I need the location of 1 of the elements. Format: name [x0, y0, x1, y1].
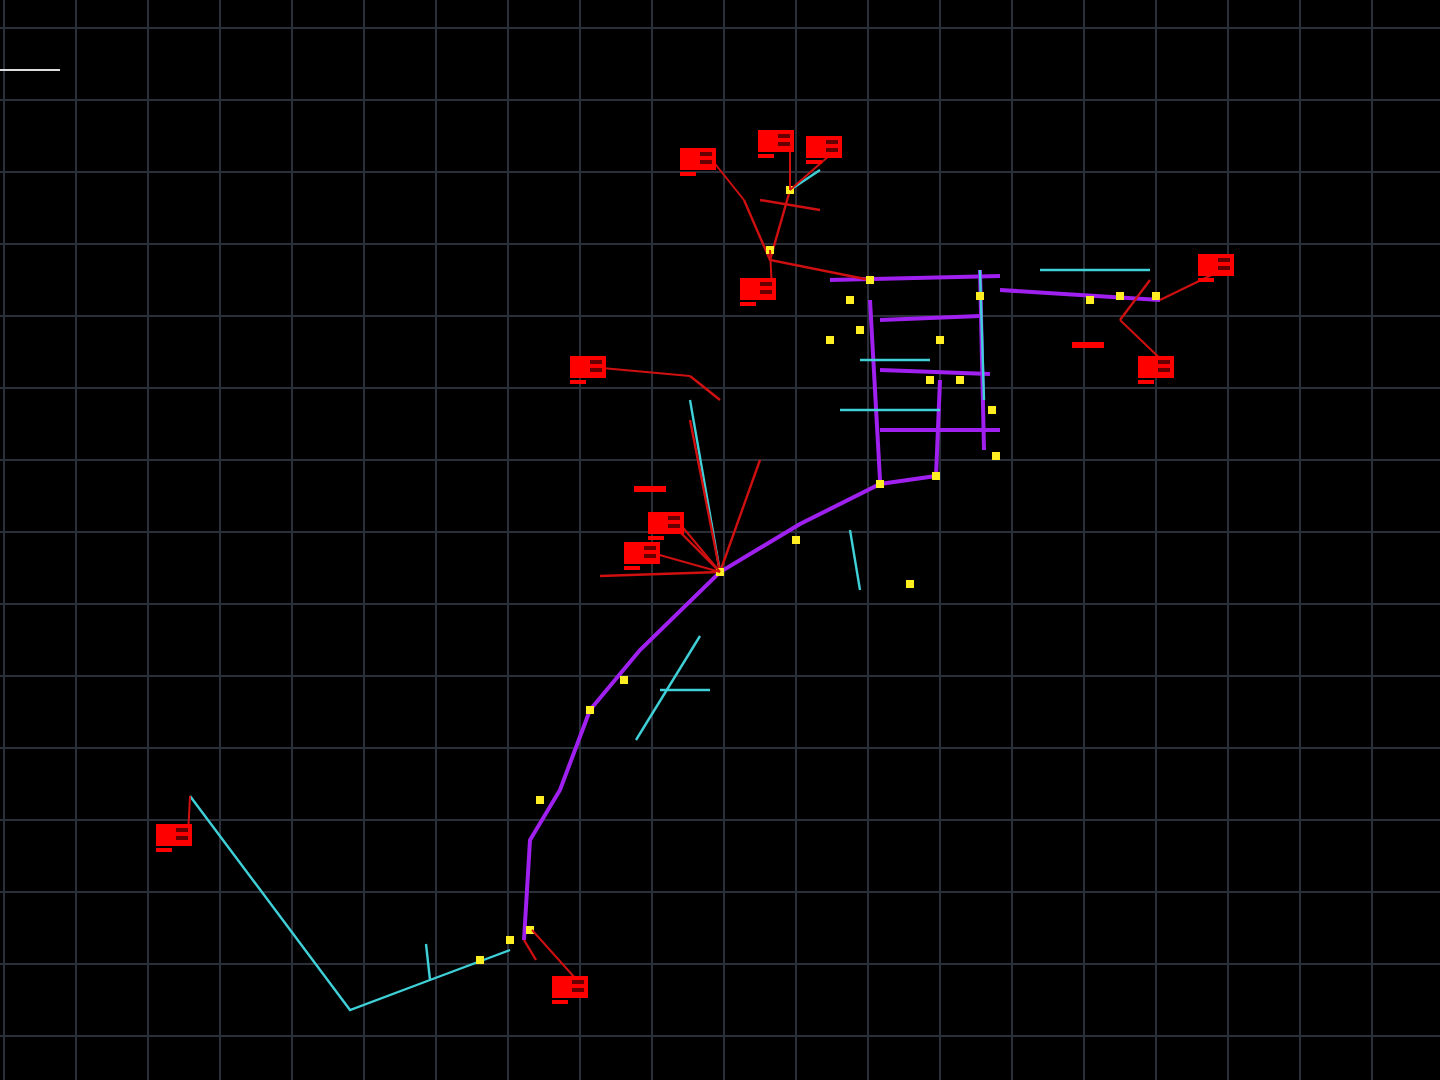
ucs-axis-line	[0, 69, 61, 71]
